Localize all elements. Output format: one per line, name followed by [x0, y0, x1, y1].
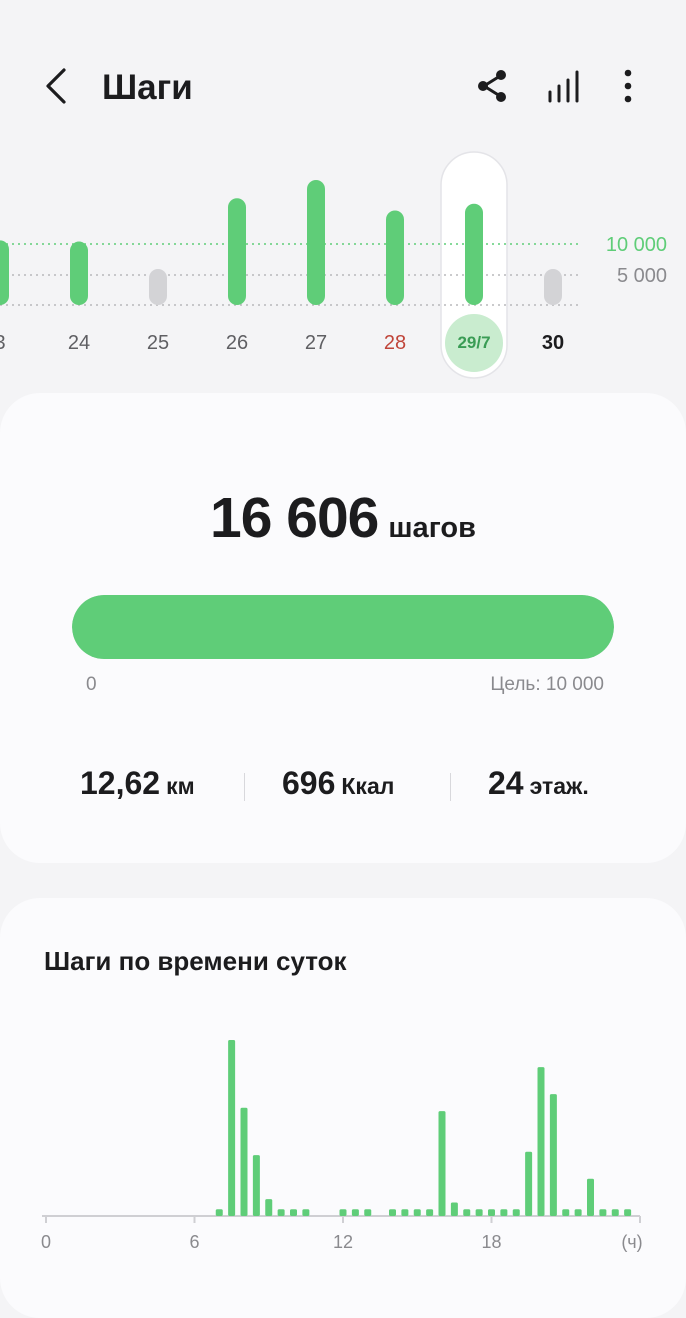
hourly-bar [413, 1209, 421, 1216]
hourly-bar [389, 1209, 396, 1216]
goal-line-label: 10 000 [605, 234, 667, 256]
goal-progress-bar [72, 595, 614, 659]
hourly-bar [537, 1067, 545, 1216]
stat-divider [450, 773, 451, 801]
daily-summary-card: 16 606 шагов 0 Цель: 10 000 12,62 км 696 Кк… [0, 393, 686, 863]
day-bar-28 [386, 210, 404, 305]
back-button[interactable] [36, 64, 80, 108]
x-tick-label: 0 [40, 1232, 52, 1252]
trends-button[interactable] [542, 64, 586, 108]
stat-divider [244, 773, 245, 801]
hourly-bar [574, 1209, 582, 1216]
hourly-bar [277, 1209, 285, 1216]
day-label[interactable]: 28 [360, 332, 430, 355]
half-goal-line-label: 5 000 [616, 265, 667, 287]
hourly-bar [450, 1202, 458, 1216]
progress-start-label: 0 [86, 674, 97, 695]
hourly-bar [401, 1209, 409, 1216]
bar-chart-icon [548, 70, 579, 103]
hourly-bar [624, 1209, 632, 1216]
calories-value: 696 [282, 765, 336, 801]
day-bar-29-7 [465, 203, 483, 305]
calories-stat: 696 Ккал [282, 765, 394, 802]
hourly-bar [475, 1209, 483, 1216]
day-label[interactable]: 29/7 [439, 333, 509, 353]
hourly-bar [500, 1209, 508, 1216]
goal-progress-fill [72, 595, 614, 659]
hourly-steps-card[interactable]: Шаги по времени суток 0 6 12 18 (ч) [0, 898, 686, 1318]
goal-label: Цель: 10 000 [490, 674, 604, 695]
day-bar-25 [149, 269, 167, 305]
step-count-unit: шагов [388, 512, 476, 544]
hourly-bar [364, 1209, 372, 1216]
x-axis-unit-label: (ч) [621, 1232, 643, 1252]
floors-unit: этаж. [529, 773, 589, 799]
back-arrow-icon [46, 68, 66, 104]
distance-value: 12,62 [80, 765, 161, 801]
day-label[interactable]: 24 [44, 332, 114, 355]
x-tick-label: 18 [481, 1232, 502, 1252]
hourly-bar [463, 1209, 471, 1216]
hourly-bar [438, 1111, 446, 1216]
day-label[interactable]: 30 [518, 332, 588, 355]
hourly-bar [228, 1040, 236, 1216]
hourly-bar [611, 1209, 619, 1216]
more-vertical-icon [624, 69, 632, 103]
hourly-bar [215, 1209, 223, 1216]
hourly-bar [549, 1094, 557, 1216]
share-icon [478, 70, 506, 102]
day-bar-24 [70, 241, 88, 305]
hourly-bar [252, 1155, 260, 1216]
more-options-button[interactable] [606, 64, 650, 108]
app-bar: Шаги [0, 0, 686, 175]
hourly-bar [339, 1209, 347, 1216]
hourly-bar [302, 1209, 310, 1216]
x-tick-label: 6 [189, 1232, 200, 1252]
step-count: 16 606 шагов [0, 485, 686, 551]
x-tick-label: 12 [332, 1232, 354, 1252]
day-bar-30 [544, 269, 562, 305]
hourly-bar [512, 1209, 520, 1216]
day-label[interactable]: 26 [202, 332, 272, 355]
weekly-steps-strip: 10 000 5 000 3 24 25 26 27 28 29/7 30 [0, 150, 686, 385]
distance-unit: км [166, 773, 195, 799]
hourly-bar [351, 1209, 359, 1216]
hourly-bar [488, 1209, 495, 1216]
day-bar-26 [228, 198, 246, 305]
hourly-bar [525, 1151, 533, 1216]
share-button[interactable] [470, 64, 514, 108]
hourly-bar [290, 1209, 297, 1216]
distance-stat: 12,62 км [80, 765, 195, 802]
calories-unit: Ккал [341, 773, 395, 799]
hourly-bar [265, 1199, 273, 1216]
hourly-bar [240, 1107, 248, 1216]
day-label[interactable]: 3 [0, 332, 35, 355]
day-label[interactable]: 25 [123, 332, 193, 355]
step-count-value: 16 606 [210, 486, 379, 550]
floors-stat: 24 этаж. [488, 765, 589, 802]
hourly-bar [587, 1178, 594, 1216]
hourly-bar [599, 1209, 607, 1216]
day-bar-3 [0, 240, 9, 305]
page-title: Шаги [102, 68, 193, 107]
hourly-bar [562, 1209, 570, 1216]
day-bar-27 [307, 179, 325, 305]
floors-value: 24 [488, 765, 524, 801]
day-label[interactable]: 27 [281, 332, 351, 355]
hourly-steps-chart [42, 1040, 641, 1223]
hourly-bar [426, 1209, 434, 1216]
